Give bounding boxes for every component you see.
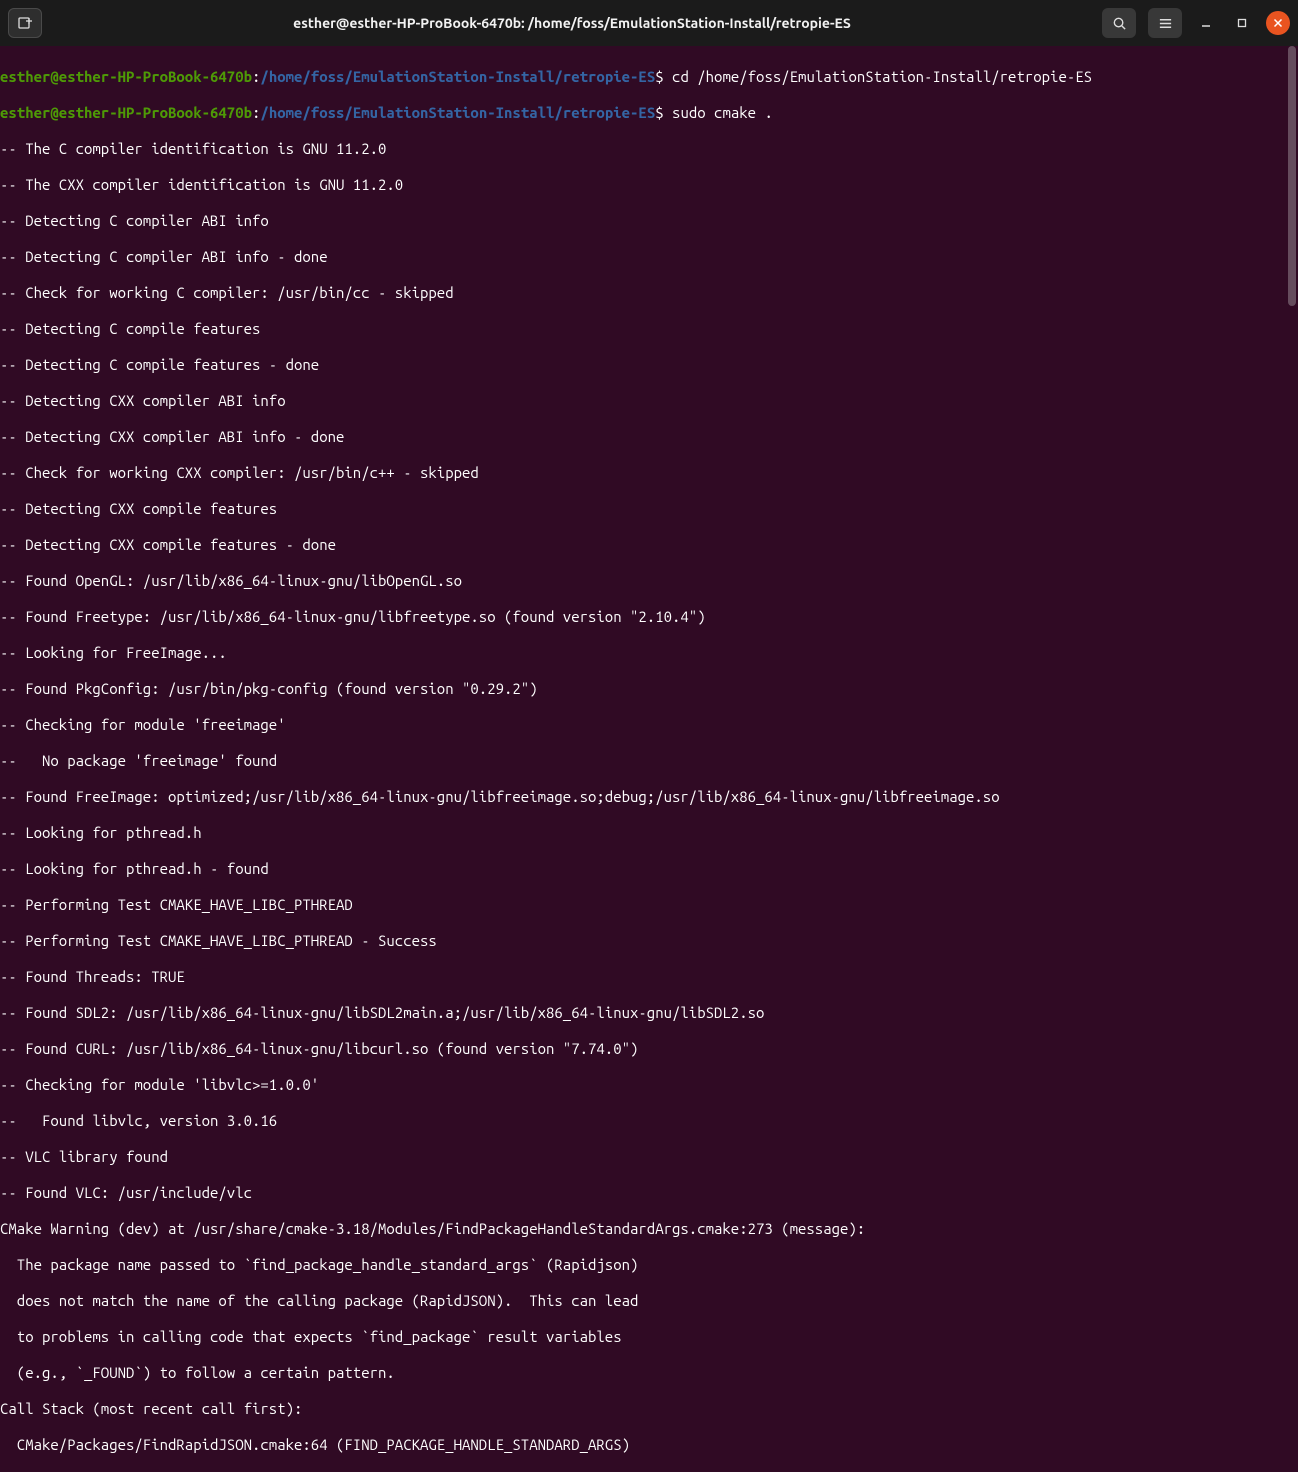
- scrollbar[interactable]: [1286, 46, 1298, 741]
- output-line: -- Found VLC: /usr/include/vlc: [0, 1184, 1298, 1202]
- output-line: -- Detecting C compiler ABI info: [0, 212, 1298, 230]
- maximize-icon: [1236, 17, 1248, 29]
- output-line: -- Found CURL: /usr/lib/x86_64-linux-gnu…: [0, 1040, 1298, 1058]
- minimize-button[interactable]: [1194, 11, 1218, 35]
- window-controls: [1102, 8, 1290, 38]
- output-line: -- Found PkgConfig: /usr/bin/pkg-config …: [0, 680, 1298, 698]
- output-line: -- No package 'freeimage' found: [0, 752, 1298, 770]
- output-line: -- Found FreeImage: optimized;/usr/lib/x…: [0, 788, 1298, 806]
- output-line: -- Checking for module 'libvlc>=1.0.0': [0, 1076, 1298, 1094]
- output-line: -- Found libvlc, version 3.0.16: [0, 1112, 1298, 1130]
- prompt-user: esther@esther-HP-ProBook-6470b: [0, 104, 252, 121]
- prompt-path: /home/foss/EmulationStation-Install/retr…: [260, 104, 655, 121]
- hamburger-icon: [1158, 16, 1173, 31]
- output-line: -- Checking for module 'freeimage': [0, 716, 1298, 734]
- output-line: -- Detecting C compile features - done: [0, 356, 1298, 374]
- output-line: -- Performing Test CMAKE_HAVE_LIBC_PTHRE…: [0, 896, 1298, 914]
- output-line: -- Check for working CXX compiler: /usr/…: [0, 464, 1298, 482]
- output-line: -- Performing Test CMAKE_HAVE_LIBC_PTHRE…: [0, 932, 1298, 950]
- command-cd: cd /home/foss/EmulationStation-Install/r…: [672, 68, 1092, 85]
- prompt-dollar: $: [655, 104, 672, 121]
- search-icon: [1112, 16, 1127, 31]
- output-line: Call Stack (most recent call first):: [0, 1400, 1298, 1418]
- output-line: -- Check for working C compiler: /usr/bi…: [0, 284, 1298, 302]
- output-line: -- Found SDL2: /usr/lib/x86_64-linux-gnu…: [0, 1004, 1298, 1022]
- new-tab-icon: [17, 15, 33, 31]
- prompt-line-1: esther@esther-HP-ProBook-6470b:/home/fos…: [0, 68, 1298, 86]
- output-line: The package name passed to `find_package…: [0, 1256, 1298, 1274]
- scrollbar-thumb[interactable]: [1288, 46, 1296, 306]
- prompt-path: /home/foss/EmulationStation-Install/retr…: [260, 68, 655, 85]
- output-line: -- The C compiler identification is GNU …: [0, 140, 1298, 158]
- prompt-dollar: $: [655, 68, 672, 85]
- output-line: -- Detecting CXX compiler ABI info: [0, 392, 1298, 410]
- output-line: -- Looking for pthread.h: [0, 824, 1298, 842]
- output-line: -- Detecting CXX compiler ABI info - don…: [0, 428, 1298, 446]
- menu-button[interactable]: [1148, 8, 1182, 38]
- titlebar: esther@esther-HP-ProBook-6470b: /home/fo…: [0, 0, 1298, 46]
- output-line: -- Found OpenGL: /usr/lib/x86_64-linux-g…: [0, 572, 1298, 590]
- close-icon: [1273, 18, 1283, 28]
- prompt-user: esther@esther-HP-ProBook-6470b: [0, 68, 252, 85]
- output-line: -- Found Threads: TRUE: [0, 968, 1298, 986]
- minimize-icon: [1200, 17, 1212, 29]
- output-line: -- Looking for FreeImage...: [0, 644, 1298, 662]
- output-line: -- Detecting C compile features: [0, 320, 1298, 338]
- prompt-line-2: esther@esther-HP-ProBook-6470b:/home/fos…: [0, 104, 1298, 122]
- window-title: esther@esther-HP-ProBook-6470b: /home/fo…: [50, 14, 1094, 32]
- output-line: CMake Warning (dev) at /usr/share/cmake-…: [0, 1220, 1298, 1238]
- output-line: to problems in calling code that expects…: [0, 1328, 1298, 1346]
- output-line: (e.g., `_FOUND`) to follow a certain pat…: [0, 1364, 1298, 1382]
- output-line: CMake/Packages/FindRapidJSON.cmake:64 (F…: [0, 1436, 1298, 1454]
- output-line: -- Found Freetype: /usr/lib/x86_64-linux…: [0, 608, 1298, 626]
- search-button[interactable]: [1102, 8, 1136, 38]
- output-line: -- Detecting CXX compile features - done: [0, 536, 1298, 554]
- output-line: -- Detecting CXX compile features: [0, 500, 1298, 518]
- output-line: -- Looking for pthread.h - found: [0, 860, 1298, 878]
- new-tab-button[interactable]: [8, 8, 42, 38]
- output-line: -- Detecting C compiler ABI info - done: [0, 248, 1298, 266]
- output-line: -- VLC library found: [0, 1148, 1298, 1166]
- output-line: -- The CXX compiler identification is GN…: [0, 176, 1298, 194]
- terminal-output[interactable]: esther@esther-HP-ProBook-6470b:/home/fos…: [0, 46, 1298, 1472]
- close-button[interactable]: [1266, 11, 1290, 35]
- command-sudo-cmake: sudo cmake .: [672, 104, 773, 121]
- maximize-button[interactable]: [1230, 11, 1254, 35]
- output-line: does not match the name of the calling p…: [0, 1292, 1298, 1310]
